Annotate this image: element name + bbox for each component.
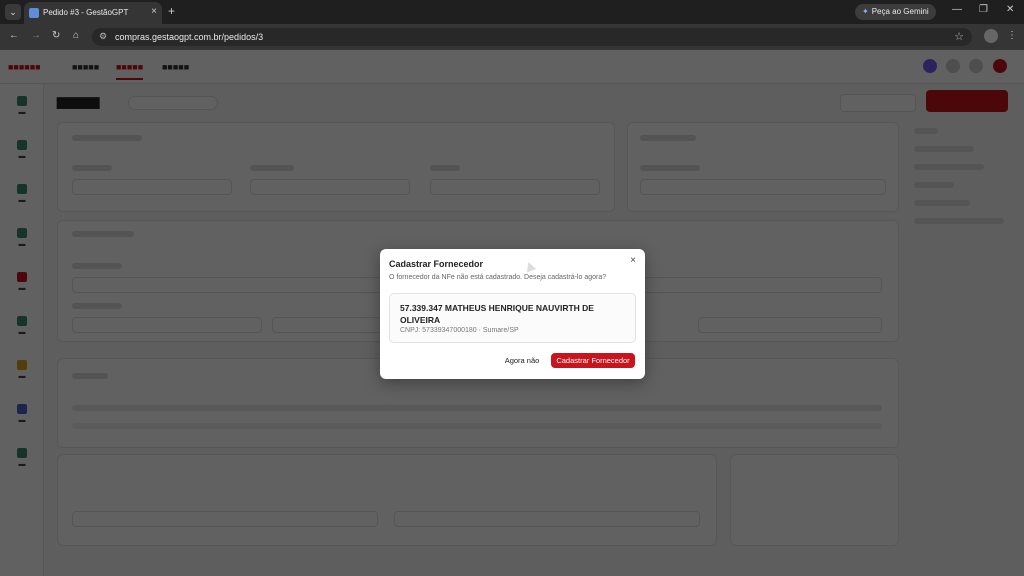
dialog-message: O fornecedor da NFe não está cadastrado.…	[389, 274, 607, 281]
reload-icon[interactable]: ↻	[52, 30, 60, 41]
browser-menu-icon[interactable]: ⋮	[1007, 30, 1017, 41]
supplier-name: 57.339.347 MATHEUS HENRIQUE NAUVIRTH DE …	[400, 303, 594, 325]
browser-toolbar: ← → ↻ ⌂ ⚙ compras.gestaogpt.com.br/pedid…	[0, 24, 1024, 50]
profile-avatar[interactable]	[984, 29, 998, 43]
address-bar[interactable]: ⚙ compras.gestaogpt.com.br/pedidos/3 ☆	[92, 28, 972, 46]
favicon-icon	[29, 8, 39, 18]
gemini-icon: ✦	[862, 7, 869, 16]
browser-tab[interactable]: Pedido #3 - GestãoGPT ×	[24, 2, 162, 24]
supplier-details: CNPJ: 57339347000180 · Sumare/SP	[400, 327, 519, 334]
new-tab-button[interactable]: +	[168, 4, 175, 18]
url-text: compras.gestaogpt.com.br/pedidos/3	[115, 32, 264, 42]
close-icon[interactable]: ×	[630, 255, 636, 266]
site-info-icon[interactable]: ⚙	[99, 31, 107, 42]
gemini-button[interactable]: ✦ Peça ao Gemini	[855, 4, 936, 20]
forward-icon[interactable]: →	[31, 30, 41, 41]
tab-title: Pedido #3 - GestãoGPT	[43, 8, 129, 17]
back-icon[interactable]: ←	[9, 30, 19, 41]
dialog-title: Cadastrar Fornecedor	[389, 259, 484, 269]
register-supplier-button[interactable]: Cadastrar Fornecedor	[551, 353, 635, 368]
close-tab-icon[interactable]: ×	[151, 6, 157, 17]
gemini-label: Peça ao Gemini	[871, 7, 929, 16]
home-icon[interactable]: ⌂	[73, 30, 79, 41]
bookmark-star-icon[interactable]: ☆	[954, 30, 964, 43]
supplier-info-card: 57.339.347 MATHEUS HENRIQUE NAUVIRTH DE …	[389, 293, 636, 343]
close-window-icon[interactable]: ✕	[1006, 4, 1014, 15]
restore-icon[interactable]: ❐	[979, 4, 988, 15]
register-supplier-dialog: Cadastrar Fornecedor × O fornecedor da N…	[380, 249, 645, 379]
tab-search-button[interactable]: ⌄	[5, 4, 21, 20]
browser-tab-strip: ⌄ Pedido #3 - GestãoGPT × + ✦ Peça ao Gem…	[0, 0, 1024, 24]
minimize-icon[interactable]: —	[952, 4, 962, 15]
not-now-button[interactable]: Agora não	[500, 353, 544, 368]
